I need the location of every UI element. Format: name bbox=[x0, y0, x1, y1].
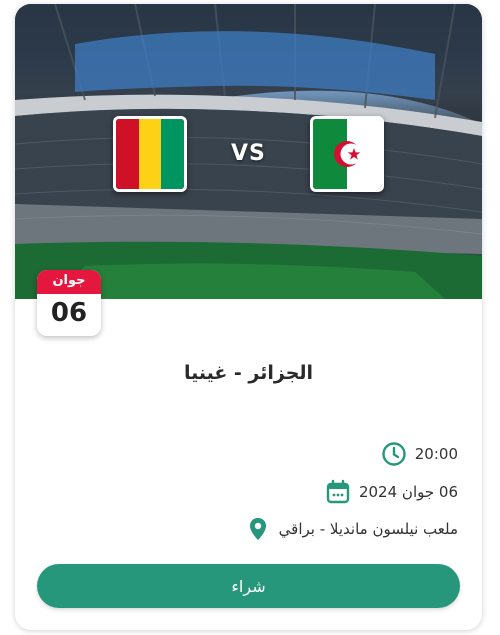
match-time: 20:00 bbox=[414, 445, 458, 463]
date-badge: جوان 06 bbox=[37, 270, 101, 336]
match-date: 06 جوان 2024 bbox=[358, 483, 458, 501]
clock-icon bbox=[381, 441, 407, 467]
buy-button[interactable]: شراء bbox=[37, 564, 460, 608]
date-badge-month: جوان bbox=[37, 270, 101, 294]
stadium-image: VS bbox=[15, 4, 482, 299]
vs-label: VS bbox=[231, 141, 266, 166]
match-time-row: 20:00 bbox=[381, 441, 458, 467]
match-title: الجزائر - غينيا bbox=[183, 362, 314, 384]
match-date-row: 06 جوان 2024 bbox=[325, 479, 458, 505]
guinea-flag-icon bbox=[113, 116, 187, 192]
match-venue-row: ملعب نيلسون مانديلا - براقي bbox=[245, 516, 458, 542]
algeria-flag-icon bbox=[310, 116, 384, 192]
location-pin-icon bbox=[245, 516, 271, 542]
match-card[interactable]: VS جوان 06 الجزائر - غينيا 20:00 06 جوان… bbox=[15, 4, 482, 630]
match-venue: ملعب نيلسون مانديلا - براقي bbox=[278, 520, 458, 538]
calendar-icon bbox=[325, 479, 351, 505]
date-badge-day: 06 bbox=[50, 298, 88, 328]
